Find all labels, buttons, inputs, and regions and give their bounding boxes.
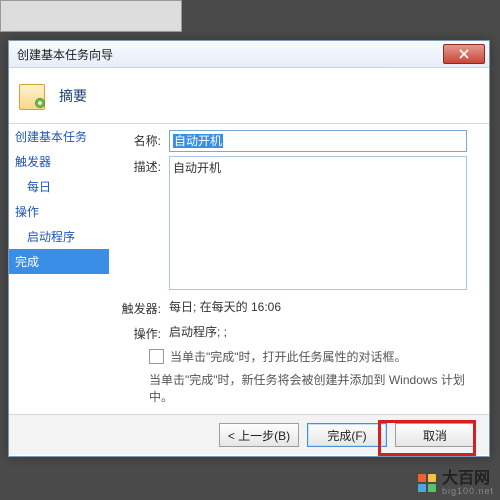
sidebar-item-action[interactable]: 操作	[9, 199, 109, 224]
open-properties-row[interactable]: 当单击"完成"时，打开此任务属性的对话框。	[149, 348, 479, 365]
finish-button[interactable]: 完成(F)	[307, 423, 387, 447]
open-properties-checkbox[interactable]	[149, 349, 164, 364]
wizard-content: 名称: 自动开机 描述: 自动开机 触发器: 每日; 在每天的 16:06 操作…	[109, 124, 489, 414]
sidebar-item-create[interactable]: 创建基本任务	[9, 124, 109, 149]
trigger-value: 每日; 在每天的 16:06	[169, 298, 281, 315]
sidebar-item-launch[interactable]: 启动程序	[9, 224, 109, 249]
finish-hint: 当单击"完成"时，新任务将会被创建并添加到 Windows 计划中。	[149, 371, 479, 405]
wizard-header: 摘要	[9, 68, 489, 124]
wizard-dialog: 创建基本任务向导 摘要 创建基本任务 触发器 每日 操作 启动程序 完成 名称:	[8, 40, 490, 457]
back-button[interactable]: < 上一步(B)	[219, 423, 299, 447]
watermark-main: 大百网	[442, 471, 494, 487]
action-value: 启动程序; ;	[169, 323, 227, 340]
header-title: 摘要	[59, 86, 87, 106]
close-button[interactable]	[443, 44, 485, 64]
desc-label: 描述:	[119, 156, 169, 175]
background-window	[0, 0, 182, 32]
titlebar: 创建基本任务向导	[9, 41, 489, 68]
sidebar-item-finish[interactable]: 完成	[9, 249, 109, 274]
watermark-sub: big100.net	[442, 487, 494, 496]
name-input[interactable]: 自动开机	[169, 130, 467, 152]
logo-icon	[418, 474, 438, 494]
sidebar-item-trigger[interactable]: 触发器	[9, 149, 109, 174]
wizard-sidebar: 创建基本任务 触发器 每日 操作 启动程序 完成	[9, 124, 109, 414]
cancel-button[interactable]: 取消	[395, 423, 475, 447]
sidebar-item-daily[interactable]: 每日	[9, 174, 109, 199]
trigger-label: 触发器:	[119, 298, 169, 317]
desc-textarea[interactable]: 自动开机	[169, 156, 467, 290]
watermark: 大百网 big100.net	[418, 471, 494, 496]
close-icon	[459, 49, 469, 59]
action-label: 操作:	[119, 323, 169, 342]
window-title: 创建基本任务向导	[17, 46, 113, 63]
wizard-footer: < 上一步(B) 完成(F) 取消	[9, 414, 489, 455]
open-properties-label: 当单击"完成"时，打开此任务属性的对话框。	[170, 348, 407, 365]
gear-icon	[33, 96, 47, 110]
name-label: 名称:	[119, 130, 169, 149]
wizard-icon	[19, 80, 51, 112]
